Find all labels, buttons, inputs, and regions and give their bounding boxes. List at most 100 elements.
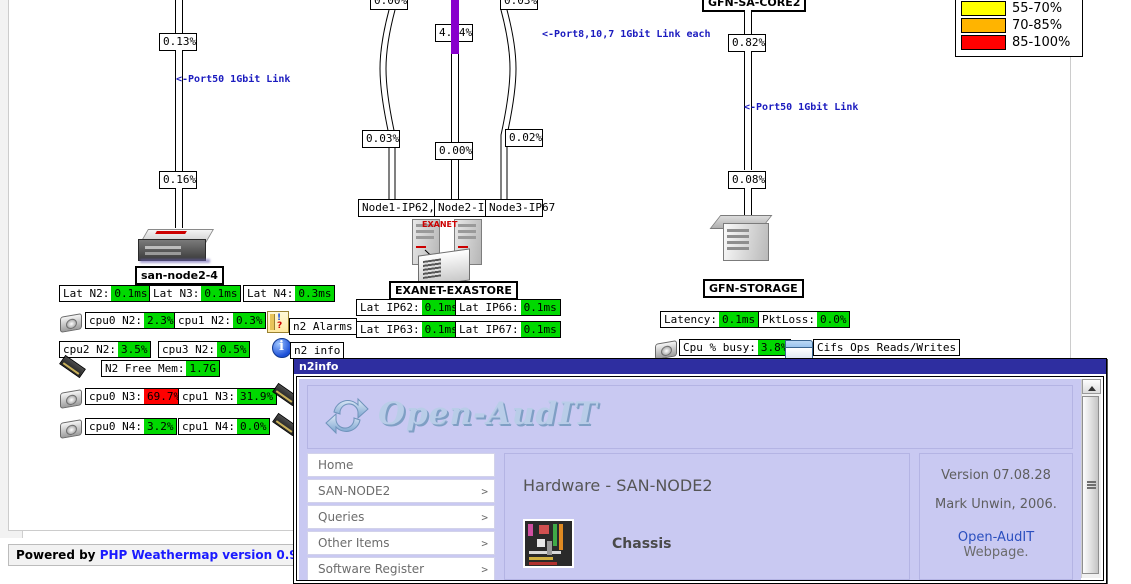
stat-cpu3-n2-label: cpu3 N2: — [162, 343, 215, 356]
footer-prefix: Powered by — [16, 548, 100, 562]
util-left-bottom[interactable]: 0.16% — [159, 171, 197, 189]
link-left-mid[interactable] — [175, 50, 183, 172]
nav-item-other-items-label: Other Items — [318, 536, 390, 550]
stat-cpu2-n2-value: 3.5% — [117, 342, 151, 357]
stat-cpu1-n4[interactable]: cpu1 N4: 0.0% — [178, 418, 271, 435]
stat-cpu0-n4[interactable]: cpu0 N4: 3.2% — [85, 418, 178, 435]
node-label-san[interactable]: san-node2-4 — [135, 266, 224, 285]
stat-cpu0-n4-value: 3.2% — [143, 419, 177, 434]
openaudit-nav: Home SAN-NODE2 > Queries > Other Items > — [307, 453, 495, 580]
node-label-gfn-core[interactable]: GFN-SA-CORE2 — [702, 0, 807, 12]
legend-swatch-2 — [961, 17, 1006, 33]
stat-lat-ip63[interactable]: Lat IP63: 0.1ms — [356, 321, 462, 338]
nav-item-other-items[interactable]: Other Items > — [307, 531, 495, 555]
stat-cpu0-n3[interactable]: cpu0 N3: 69.7% — [85, 388, 185, 405]
stat-lat-n2-value: 0.1ms — [111, 286, 151, 301]
node-label-node3[interactable]: Node3-IP67 — [485, 199, 555, 217]
stat-cpu1-n3[interactable]: cpu1 N3: 31.9% — [178, 388, 278, 405]
nav-item-queries[interactable]: Queries > — [307, 505, 495, 529]
node-label-gfn-storage[interactable]: GFN-STORAGE — [703, 279, 804, 298]
chevron-right-icon-4: > — [481, 562, 488, 576]
legend-row-1: 55-70% — [961, 0, 1077, 16]
n2info-titlebar[interactable]: n2info — [294, 359, 1106, 374]
stat-lat-n4[interactable]: Lat N4: 0.3ms — [243, 285, 336, 302]
stat-cpu0-n2[interactable]: cpu0 N2: 2.3% — [85, 312, 178, 329]
stat-lat-ip62[interactable]: Lat IP62: 0.1ms — [356, 299, 462, 316]
exanet-cable-curves — [379, 9, 517, 205]
openaudit-webpage-link[interactable]: Open-AudIT — [920, 530, 1072, 545]
stat-cpu1-n3-value: 31.9% — [236, 389, 277, 404]
stat-lat-n3[interactable]: Lat N3: 0.1ms — [149, 285, 242, 302]
weathermap-version-link[interactable]: PHP Weathermap version 0.94 — [100, 548, 306, 562]
stat-cpu1-n2[interactable]: cpu1 N2: 0.3% — [174, 312, 267, 329]
nav-item-home-label: Home — [318, 458, 354, 472]
openaudit-wordmark: Open-AudIT — [378, 396, 598, 432]
legend-row-3: 85-100% — [961, 34, 1077, 50]
link-left-lower[interactable] — [175, 188, 183, 228]
stat-cpu2-n2-label: cpu2 N2: — [63, 343, 116, 356]
link-right-lower[interactable] — [744, 188, 752, 216]
stat-gfn-pktloss-value: 0.0% — [816, 312, 850, 327]
util-center-bottom-right[interactable]: 0.02% — [505, 129, 543, 147]
stat-lat-n3-value: 0.1ms — [201, 286, 241, 301]
n2info-window[interactable]: n2info Open-AudIT Home SAN-NODE2 > Queri… — [293, 358, 1107, 584]
nav-item-san-node2[interactable]: SAN-NODE2 > — [307, 479, 495, 503]
util-center-bottom-left[interactable]: 0.03% — [362, 130, 400, 148]
stat-cpu1-n4-label: cpu1 N4: — [182, 420, 235, 433]
folder-icon-cifs[interactable] — [785, 337, 813, 359]
openaudit-page: Open-AudIT Home SAN-NODE2 > Queries > Ot… — [299, 379, 1081, 580]
util-left-top[interactable]: 0.13% — [159, 33, 197, 51]
hdd-icon-n4 — [60, 419, 82, 439]
info-icon[interactable] — [272, 338, 292, 358]
stat-cpu3-n2[interactable]: cpu3 N2: 0.5% — [158, 341, 251, 358]
stat-gfn-cpu[interactable]: Cpu % busy: 3.8% — [679, 339, 792, 356]
nav-item-software-register[interactable]: Software Register > — [307, 557, 495, 580]
device-san-node2-4-icon[interactable] — [138, 225, 216, 265]
legend-row-2: 70-85% — [961, 17, 1077, 33]
stat-cpu2-n2[interactable]: cpu2 N2: 3.5% — [59, 341, 152, 358]
hardware-item-label: Chassis — [612, 535, 672, 552]
stat-gfn-latency-value: 0.1ms — [718, 312, 759, 327]
legend-label-1: 55-70% — [1012, 0, 1063, 16]
legend-swatch-1 — [961, 0, 1006, 16]
stat-lat-n3-label: Lat N3: — [153, 287, 200, 300]
openaudit-refresh-icon — [324, 394, 370, 440]
stat-gfn-pktloss[interactable]: PktLoss: 0.0% — [758, 311, 851, 328]
stat-lat-n2[interactable]: Lat N2: 0.1ms — [59, 285, 152, 302]
legend: 40-55% 55-70% 70-85% 85-100% — [955, 0, 1083, 57]
cifs-ops-button[interactable]: Cifs Ops Reads/Writes — [813, 339, 961, 356]
n2-alarms-button[interactable]: n2 Alarms — [289, 318, 357, 335]
openaudit-version: Version 07.08.28 — [941, 468, 1051, 483]
nav-item-home[interactable]: Home — [307, 453, 495, 477]
util-center-bottom-mid[interactable]: 0.00% — [435, 142, 473, 160]
n2-info-button[interactable]: n2 info — [290, 342, 345, 359]
link-right-upper[interactable] — [744, 10, 752, 36]
stat-lat-ip67-value: 0.1ms — [520, 322, 560, 337]
link-center-mid[interactable] — [451, 54, 459, 204]
stat-n2-free-mem[interactable]: N2 Free Mem: 1.7G — [101, 360, 220, 377]
footer-text: Powered by PHP Weathermap version 0.94 — [16, 548, 306, 562]
stat-gfn-latency[interactable]: Latency: 0.1ms — [660, 311, 760, 328]
openaudit-main-pane: Hardware - SAN-NODE2 Chassis — [504, 453, 910, 580]
stat-cpu3-n2-value: 0.5% — [216, 342, 250, 357]
scroll-up-arrow-icon[interactable] — [1082, 379, 1101, 394]
n2info-vertical-scrollbar[interactable] — [1081, 379, 1101, 578]
stat-lat-ip66[interactable]: Lat IP66: 0.1ms — [455, 299, 561, 316]
device-gfn-storage-icon[interactable] — [709, 215, 777, 261]
legend-swatch-3 — [961, 34, 1006, 50]
util-right-top[interactable]: 0.82% — [728, 34, 766, 52]
nav-item-san-node2-label: SAN-NODE2 — [318, 484, 391, 498]
stat-lat-ip62-label: Lat IP62: — [360, 301, 420, 314]
openaudit-header: Open-AudIT — [307, 385, 1073, 449]
alarm-icon[interactable]: !? — [267, 311, 289, 333]
stat-cpu0-n3-label: cpu0 N3: — [89, 390, 142, 403]
stat-lat-n2-label: Lat N2: — [63, 287, 110, 300]
scrollbar-thumb[interactable] — [1082, 396, 1099, 574]
hardware-item-chassis[interactable]: Chassis — [523, 519, 909, 568]
util-right-bottom[interactable]: 0.08% — [728, 171, 766, 189]
hdd-icon-gfn — [655, 340, 677, 360]
link-label-left: <-Port50 1Gbit Link — [176, 74, 291, 85]
stat-lat-ip67[interactable]: Lat IP67: 0.1ms — [455, 321, 561, 338]
node-label-exanet[interactable]: EXANET-EXASTORE — [389, 281, 518, 300]
stat-lat-n4-label: Lat N4: — [247, 287, 294, 300]
